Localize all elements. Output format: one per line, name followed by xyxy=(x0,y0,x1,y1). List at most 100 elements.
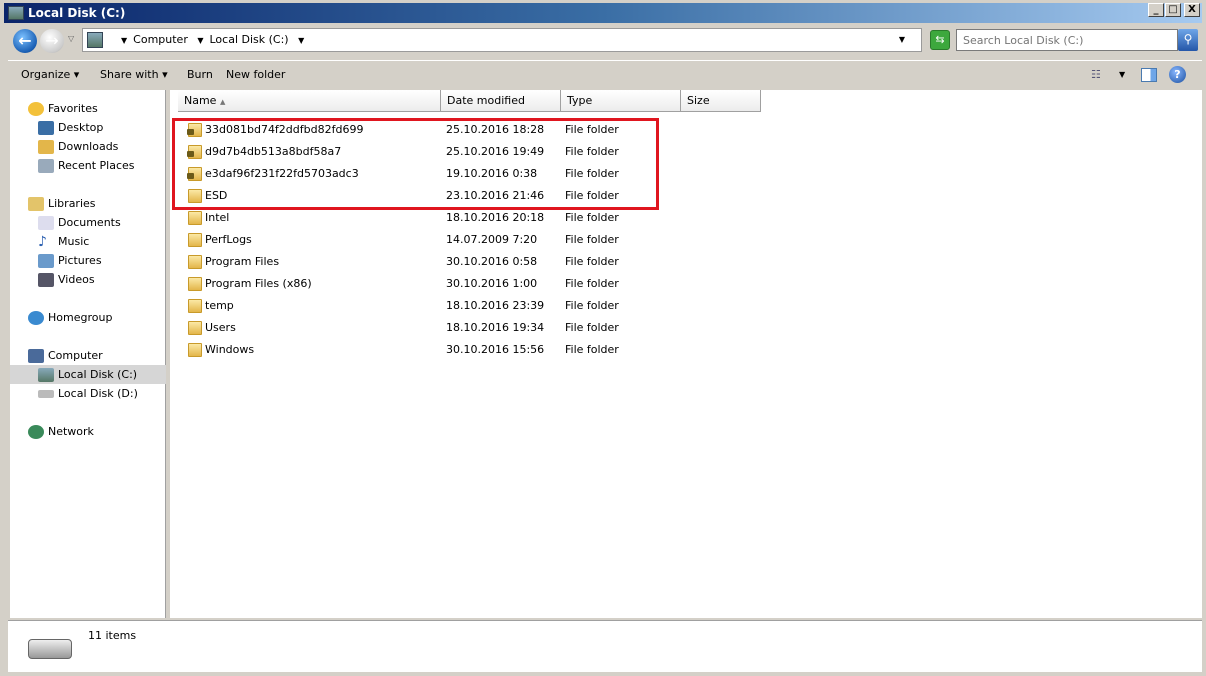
breadcrumb-computer[interactable]: Computer xyxy=(133,33,188,46)
folder-icon xyxy=(188,299,202,313)
sidebar-item-local-disk-d[interactable]: Local Disk (D:) xyxy=(38,384,138,403)
file-type: File folder xyxy=(565,277,619,290)
folder-icon xyxy=(188,343,202,357)
file-name: Program Files xyxy=(205,255,280,268)
file-type: File folder xyxy=(565,211,619,224)
sidebar-homegroup[interactable]: Homegroup xyxy=(28,308,112,327)
column-header-name[interactable]: Name ▲ xyxy=(178,90,441,112)
file-row[interactable]: Intel 18.10.2016 20:18 File folder xyxy=(170,207,770,229)
close-button[interactable]: X xyxy=(1184,3,1200,17)
refresh-button[interactable]: ⇆ xyxy=(930,30,950,50)
column-header-size[interactable]: Size xyxy=(681,90,761,112)
maximize-button[interactable]: □ xyxy=(1165,3,1181,17)
file-row[interactable]: Users 18.10.2016 19:34 File folder xyxy=(170,317,770,339)
file-date: 18.10.2016 23:39 xyxy=(446,299,545,312)
file-name: Windows xyxy=(205,343,255,356)
file-date: 18.10.2016 20:18 xyxy=(446,211,545,224)
toolbar: Organize ▾ Share with ▾ Burn New folder … xyxy=(8,60,1202,88)
documents-icon xyxy=(38,216,54,230)
folder-icon xyxy=(188,321,202,335)
file-row[interactable]: Program Files (x86) 30.10.2016 1:00 File f… xyxy=(170,273,770,295)
file-row[interactable]: Program Files 30.10.2016 0:58 File folder xyxy=(170,251,770,273)
file-date: 14.07.2009 7:20 xyxy=(446,233,538,246)
pictures-icon xyxy=(38,254,54,268)
file-date: 30.10.2016 0:58 xyxy=(446,255,538,268)
column-header-type[interactable]: Type xyxy=(561,90,681,112)
folder-icon xyxy=(188,233,202,247)
burn-button[interactable]: Burn xyxy=(182,61,218,89)
sidebar-item-downloads[interactable]: Downloads xyxy=(38,137,118,156)
column-header-date[interactable]: Date modified xyxy=(441,90,561,112)
sidebar-libraries[interactable]: Libraries xyxy=(28,194,96,213)
status-bar: 11 items xyxy=(8,620,1202,672)
file-date: 30.10.2016 1:00 xyxy=(446,277,538,290)
videos-icon xyxy=(38,273,54,287)
search-input[interactable] xyxy=(956,29,1178,51)
music-icon: ♪ xyxy=(38,234,47,250)
address-dropdown-icon[interactable]: ▼ xyxy=(899,29,905,51)
preview-pane-icon[interactable] xyxy=(1141,68,1157,82)
highlight-box xyxy=(172,118,659,210)
drive-icon xyxy=(87,32,103,48)
libraries-icon xyxy=(28,197,44,211)
file-name: temp xyxy=(205,299,234,312)
star-icon xyxy=(28,102,44,116)
file-name: Users xyxy=(205,321,236,334)
item-count: 11 items xyxy=(88,629,137,642)
breadcrumb-local-disk[interactable]: Local Disk (C:) xyxy=(210,33,289,46)
title-bar: Local Disk (C:) xyxy=(4,3,1202,23)
drive-icon xyxy=(38,368,54,382)
organize-button[interactable]: Organize ▾ xyxy=(16,61,84,89)
sort-ascending-icon: ▲ xyxy=(219,98,226,106)
file-type: File folder xyxy=(565,255,619,268)
file-row[interactable]: Windows 30.10.2016 15:56 File folder xyxy=(170,339,770,361)
recent-pages-icon[interactable]: ▽ xyxy=(68,34,74,43)
folder-icon xyxy=(188,277,202,291)
forward-button[interactable]: → xyxy=(40,29,64,53)
new-folder-button[interactable]: New folder xyxy=(221,61,290,89)
address-bar[interactable]: ▼ Computer ▼ Local Disk (C:) ▼ ▼ xyxy=(82,28,922,52)
sidebar-item-documents[interactable]: Documents xyxy=(38,213,121,232)
back-button[interactable]: ← xyxy=(13,29,37,53)
downloads-icon xyxy=(38,140,54,154)
computer-icon xyxy=(28,349,44,363)
homegroup-icon xyxy=(28,311,44,325)
view-options-icon[interactable]: ☷ xyxy=(1086,61,1106,89)
file-type: File folder xyxy=(565,299,619,312)
sidebar-network[interactable]: Network xyxy=(28,422,94,441)
folder-icon xyxy=(188,211,202,225)
search-icon[interactable]: ⚲ xyxy=(1178,29,1198,51)
file-name: Program Files (x86) xyxy=(205,277,312,290)
file-name: PerfLogs xyxy=(205,233,252,246)
file-row[interactable]: PerfLogs 14.07.2009 7:20 File folder xyxy=(170,229,770,251)
sidebar-item-videos[interactable]: Videos xyxy=(38,270,95,289)
drive-icon xyxy=(38,390,54,398)
file-type: File folder xyxy=(565,233,619,246)
recent-places-icon xyxy=(38,159,54,173)
file-row[interactable]: temp 18.10.2016 23:39 File folder xyxy=(170,295,770,317)
navigation-pane: Favorites Desktop Downloads Recent Place… xyxy=(10,90,166,618)
file-type: File folder xyxy=(565,343,619,356)
view-dropdown-icon[interactable]: ▼ xyxy=(1114,61,1130,89)
sidebar-item-local-disk-c[interactable]: Local Disk (C:) xyxy=(10,365,166,384)
folder-icon xyxy=(188,255,202,269)
share-with-button[interactable]: Share with ▾ xyxy=(95,61,173,89)
file-date: 18.10.2016 19:34 xyxy=(446,321,545,334)
sidebar-item-music[interactable]: ♪ Music xyxy=(38,232,89,251)
sidebar-item-recent-places[interactable]: Recent Places xyxy=(38,156,135,175)
file-name: Intel xyxy=(205,211,230,224)
help-icon[interactable]: ? xyxy=(1169,66,1186,83)
desktop-icon xyxy=(38,121,54,135)
sidebar-favorites[interactable]: Favorites xyxy=(28,99,98,118)
sidebar-computer[interactable]: Computer xyxy=(28,346,103,365)
file-type: File folder xyxy=(565,321,619,334)
minimize-button[interactable]: _ xyxy=(1148,3,1164,17)
drive-icon xyxy=(8,6,24,20)
drive-icon xyxy=(28,639,72,659)
file-date: 30.10.2016 15:56 xyxy=(446,343,545,356)
sidebar-item-desktop[interactable]: Desktop xyxy=(38,118,103,137)
address-row: ← → ▽ ▼Computer ▼Local Disk (C:) ▼ ▼ ⇆ ⚲ xyxy=(8,26,1202,56)
network-icon xyxy=(28,425,44,439)
window-title: Local Disk (C:) xyxy=(28,6,126,20)
sidebar-item-pictures[interactable]: Pictures xyxy=(38,251,102,270)
